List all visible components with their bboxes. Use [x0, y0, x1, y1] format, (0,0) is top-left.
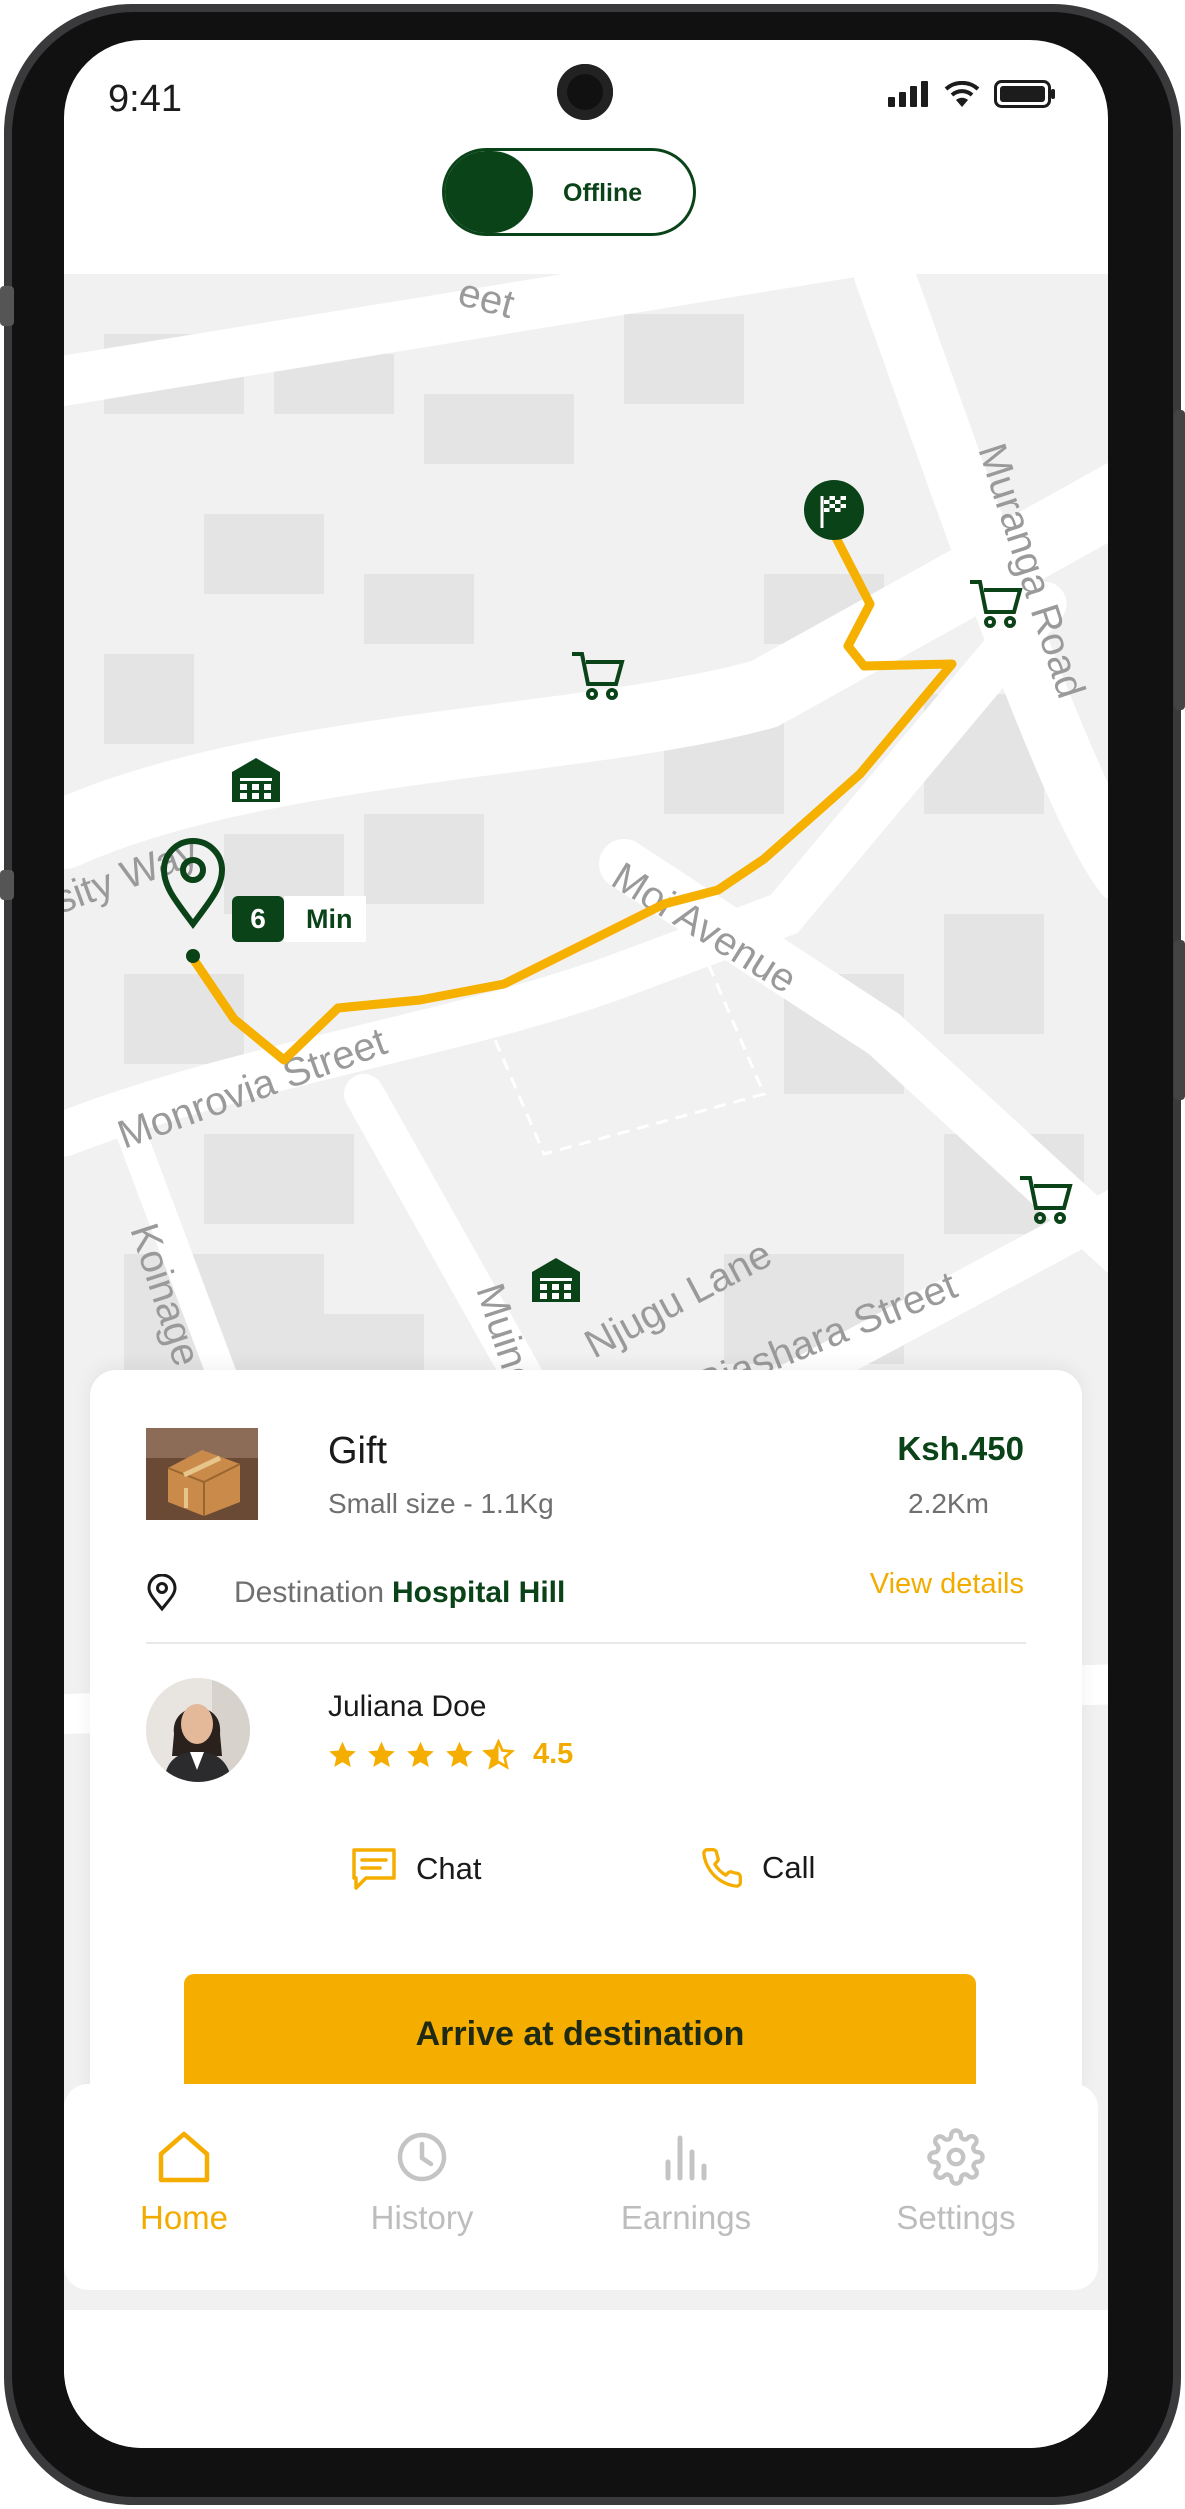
bottom-navigation: Home History Earnings Settings — [64, 2084, 1098, 2290]
chat-button[interactable]: Chat — [350, 1846, 481, 1892]
delivery-card: Gift Small size - 1.1Kg Ksh.450 2.2Km De… — [90, 1370, 1082, 2110]
phone-icon — [702, 1848, 742, 1888]
avatar — [146, 1678, 250, 1782]
status-icons — [888, 80, 1056, 108]
eta-badge: 6 Min — [232, 896, 366, 942]
app-screen: Moi Avenue Monrovia Street Muranga Road … — [64, 40, 1108, 2448]
nav-earnings[interactable]: Earnings — [586, 2128, 786, 2237]
bottom-safe-area — [64, 2310, 1108, 2448]
nav-history-label: History — [370, 2199, 474, 2236]
destination-value: Hospital Hill — [392, 1576, 566, 1609]
eta-unit: Min — [306, 904, 353, 934]
clock-icon — [397, 2132, 447, 2182]
divider — [146, 1642, 1026, 1644]
signal-icon — [888, 81, 928, 107]
call-button[interactable]: Call — [700, 1846, 815, 1890]
wifi-icon — [944, 81, 980, 107]
package-image — [146, 1428, 258, 1520]
driver-name: Juliana Doe — [328, 1690, 487, 1723]
item-name: Gift — [328, 1430, 388, 1472]
destination-label: Destination — [234, 1576, 385, 1609]
finish-flag-icon — [804, 480, 864, 540]
bar-chart-icon — [665, 2135, 707, 2181]
nav-history[interactable]: History — [322, 2128, 522, 2237]
home-icon — [158, 2131, 210, 2183]
status-time: 9:41 — [108, 78, 182, 120]
nav-earnings-label: Earnings — [620, 2199, 752, 2236]
view-details-link[interactable]: View details — [870, 1568, 1024, 1601]
nav-settings-label: Settings — [896, 2199, 1016, 2236]
gear-icon — [927, 2128, 985, 2186]
driver-rating: 4.5 — [326, 1738, 573, 1771]
availability-toggle[interactable]: Offline — [442, 148, 696, 236]
chat-label: Chat — [416, 1851, 482, 1886]
star-icon — [368, 1741, 395, 1767]
eta-value: 6 — [250, 903, 266, 934]
call-label: Call — [762, 1850, 816, 1885]
half-star-icon — [482, 1738, 515, 1770]
delivery-distance: 2.2Km — [908, 1488, 989, 1519]
battery-icon — [994, 80, 1055, 108]
nav-home-label: Home — [139, 2199, 229, 2236]
front-camera — [557, 64, 613, 120]
arrive-at-destination-button[interactable]: Arrive at destination — [184, 1974, 976, 2094]
toggle-knob — [445, 151, 533, 233]
current-location-dot — [186, 949, 200, 963]
nav-home[interactable]: Home — [84, 2128, 284, 2237]
star-icon — [407, 1741, 434, 1767]
rating-value: 4.5 — [533, 1738, 574, 1770]
star-icon — [446, 1741, 473, 1767]
nav-settings[interactable]: Settings — [856, 2128, 1056, 2237]
destination-pin-icon — [147, 1574, 177, 1612]
item-size: Small size - 1.1Kg — [328, 1488, 554, 1519]
delivery-price: Ksh.450 — [897, 1430, 1024, 1467]
star-icon — [329, 1741, 356, 1767]
toggle-label: Offline — [563, 179, 643, 207]
chat-icon — [352, 1848, 396, 1890]
